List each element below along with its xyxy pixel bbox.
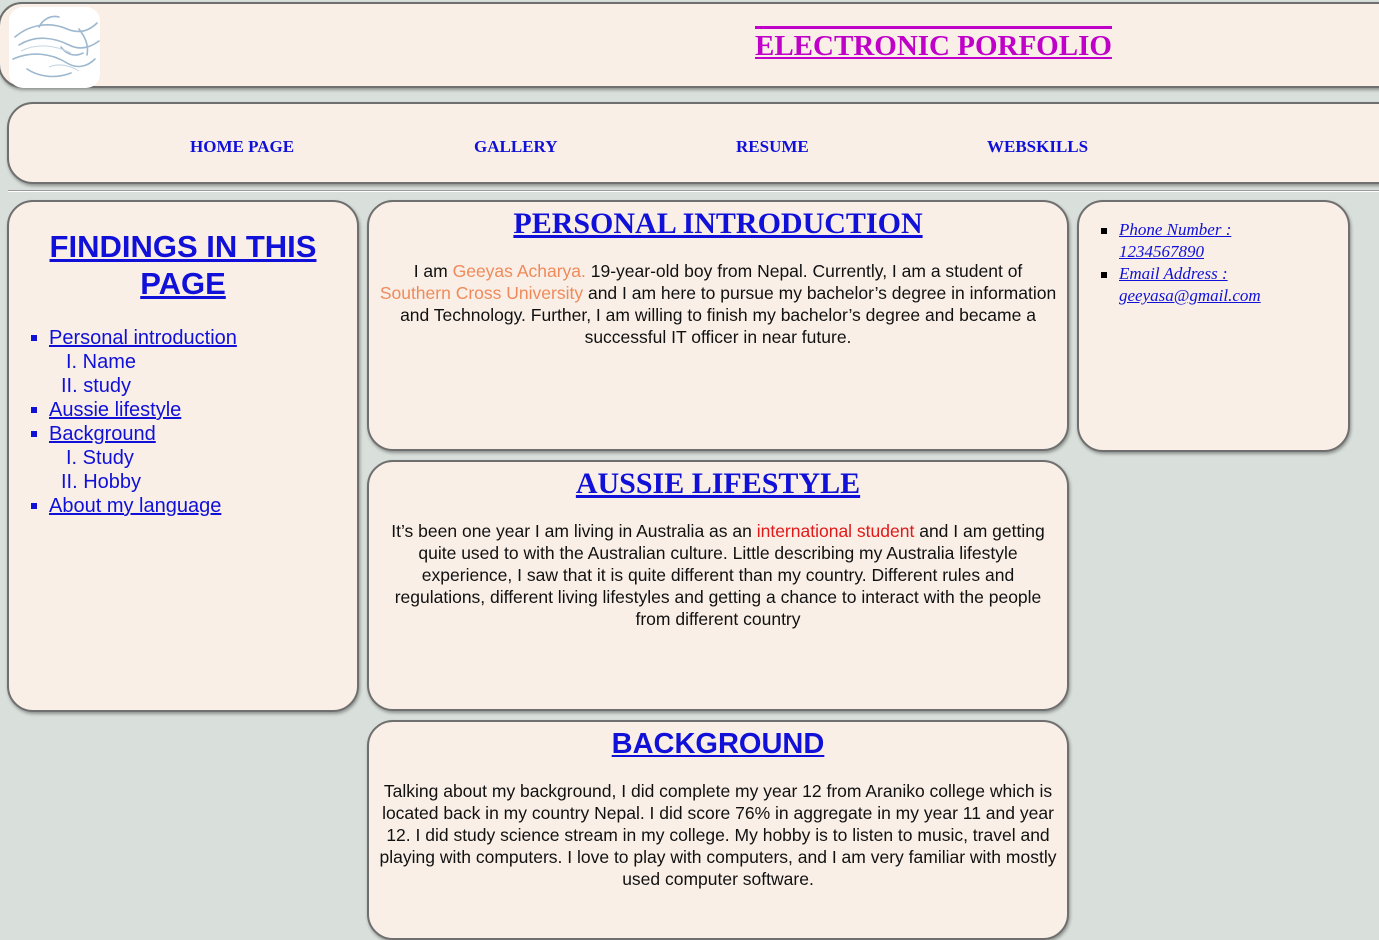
intro-text-1: I am xyxy=(413,261,453,281)
email-link[interactable]: Email Address : geeyasa@gmail.com xyxy=(1119,264,1261,305)
nav-resume[interactable]: RESUME xyxy=(736,137,809,157)
divider xyxy=(8,190,1379,192)
section-background: BACKGROUND Talking about my background, … xyxy=(367,720,1069,940)
toc-subitem-study: II. study xyxy=(61,375,132,397)
site-title[interactable]: ELECTRONIC PORFOLIO xyxy=(755,26,1112,63)
aussie-text-1: It’s been one year I am living in Austra… xyxy=(391,521,757,541)
toc-link-personal-introduction[interactable]: Personal introduction xyxy=(49,327,237,349)
toc-item-background: Background xyxy=(31,422,237,446)
intro-paragraph: I am Geeyas Acharya. 19-year-old boy fro… xyxy=(377,260,1059,348)
section-title-aussie-lifestyle[interactable]: AUSSIE LIFESTYLE xyxy=(369,466,1067,502)
site-header: ELECTRONIC PORFOLIO xyxy=(0,2,1379,88)
main-nav: HOME PAGE GALLERY RESUME WEBSKILLS xyxy=(7,102,1379,184)
nav-home-page[interactable]: HOME PAGE xyxy=(190,137,294,157)
findings-sidebar: FINDINGS IN THIS PAGE Personal introduct… xyxy=(7,200,359,712)
aussie-paragraph: It’s been one year I am living in Austra… xyxy=(377,520,1059,630)
toc-subitem-name: I. Name xyxy=(66,351,137,373)
aussie-highlight: international student xyxy=(756,521,915,541)
toc-link-aussie-lifestyle[interactable]: Aussie lifestyle xyxy=(49,399,181,421)
dolphin-logo-icon[interactable] xyxy=(9,7,100,88)
toc-link-about-my-language[interactable]: About my language xyxy=(49,495,221,517)
contact-phone-item: Phone Number : 1234567890 xyxy=(1101,219,1311,263)
section-aussie-lifestyle: AUSSIE LIFESTYLE It’s been one year I am… xyxy=(367,460,1069,711)
toc-item-about-my-language: About my language xyxy=(31,494,237,518)
background-paragraph: Talking about my background, I did compl… xyxy=(379,781,1057,889)
contact-email-item: Email Address : geeyasa@gmail.com xyxy=(1101,263,1311,307)
intro-name: Geeyas Acharya. xyxy=(452,261,586,281)
contact-panel: Phone Number : 1234567890 Email Address … xyxy=(1077,200,1350,452)
intro-text-2: 19-year-old boy from Nepal. Currently, I… xyxy=(585,261,1023,281)
table-of-contents: Personal introduction I. Name II. study … xyxy=(31,326,237,518)
intro-university: Southern Cross University xyxy=(379,283,584,303)
phone-link[interactable]: Phone Number : 1234567890 xyxy=(1119,220,1231,261)
toc-item-personal-introduction: Personal introduction xyxy=(31,326,237,350)
findings-title[interactable]: FINDINGS IN THIS PAGE xyxy=(9,228,357,302)
toc-subitem-study: I. Study xyxy=(66,447,134,469)
toc-link-background[interactable]: Background xyxy=(49,423,156,445)
nav-webskills[interactable]: WEBSKILLS xyxy=(987,137,1088,157)
section-title-personal-introduction[interactable]: PERSONAL INTRODUCTION xyxy=(369,206,1067,242)
section-title-background[interactable]: BACKGROUND xyxy=(369,726,1067,762)
toc-subitem-hobby: II. Hobby xyxy=(61,471,142,493)
contact-list: Phone Number : 1234567890 Email Address … xyxy=(1101,219,1311,307)
section-personal-introduction: PERSONAL INTRODUCTION I am Geeyas Achary… xyxy=(367,200,1069,451)
nav-gallery[interactable]: GALLERY xyxy=(474,137,557,157)
toc-item-aussie-lifestyle: Aussie lifestyle xyxy=(31,398,237,422)
